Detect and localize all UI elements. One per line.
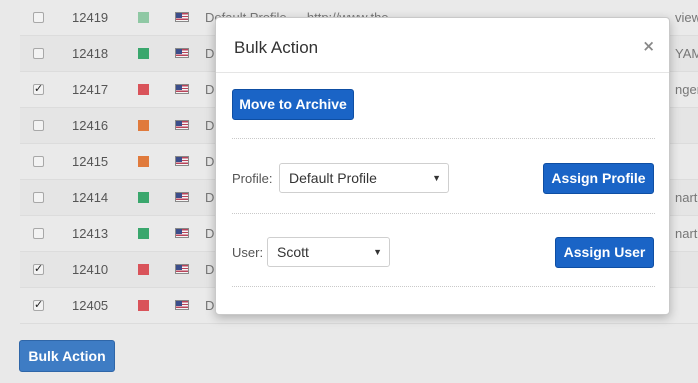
row-id: 12414 (72, 190, 109, 205)
row-text: D (205, 46, 215, 61)
row-text: D (205, 154, 215, 169)
us-flag-icon (175, 156, 189, 166)
row-text-overflow: view (675, 10, 698, 25)
assign-profile-button[interactable]: Assign Profile (543, 163, 654, 194)
assign-user-button[interactable]: Assign User (555, 237, 654, 268)
row-id: 12417 (72, 82, 109, 97)
row-id: 12418 (72, 46, 109, 61)
status-square-icon (138, 300, 149, 311)
row-checkbox[interactable] (33, 298, 44, 311)
row-text-overflow: nartp (675, 226, 698, 241)
us-flag-icon (175, 300, 189, 310)
row-checkbox[interactable] (33, 12, 44, 23)
row-text: D (205, 118, 215, 133)
us-flag-icon (175, 264, 189, 274)
modal-header: Bulk Action × (216, 18, 669, 73)
us-flag-icon (175, 12, 189, 22)
row-id: 12410 (72, 262, 109, 277)
us-flag-icon (175, 120, 189, 130)
user-select-value: Scott (277, 244, 309, 260)
status-square-icon (138, 120, 149, 131)
row-text-overflow: nger. (675, 82, 698, 97)
chevron-down-icon: ▼ (373, 247, 382, 257)
divider (232, 286, 655, 287)
us-flag-icon (175, 84, 189, 94)
row-id: 12419 (72, 10, 109, 25)
row-checkbox[interactable] (33, 156, 44, 167)
row-checkbox[interactable] (33, 82, 44, 95)
status-square-icon (138, 192, 149, 203)
row-id: 12416 (72, 118, 109, 133)
profile-label: Profile: (232, 171, 273, 186)
row-checkbox[interactable] (33, 262, 44, 275)
move-to-archive-button[interactable]: Move to Archive (232, 89, 354, 120)
bulk-action-modal: Bulk Action × Move to Archive Profile: D… (215, 17, 670, 315)
us-flag-icon (175, 228, 189, 238)
row-text: D (205, 226, 215, 241)
row-id: 12413 (72, 226, 109, 241)
row-text: D (205, 298, 215, 313)
status-square-icon (138, 228, 149, 239)
close-icon[interactable]: × (642, 37, 655, 55)
user-label: User: (232, 245, 264, 260)
row-checkbox[interactable] (33, 192, 44, 203)
status-square-icon (138, 156, 149, 167)
row-text: D (205, 262, 215, 277)
status-square-icon (138, 264, 149, 275)
row-id: 12405 (72, 298, 109, 313)
row-text: D (205, 190, 215, 205)
status-square-icon (138, 12, 149, 23)
bulk-action-button[interactable]: Bulk Action (19, 340, 115, 372)
user-select[interactable]: Scott ▼ (267, 237, 390, 267)
profile-select-value: Default Profile (289, 170, 377, 186)
status-square-icon (138, 48, 149, 59)
chevron-down-icon: ▼ (432, 173, 441, 183)
row-checkbox[interactable] (33, 48, 44, 59)
status-square-icon (138, 84, 149, 95)
row-text: D (205, 82, 215, 97)
row-text-overflow: nartp (675, 190, 698, 205)
divider (232, 138, 655, 139)
profile-select[interactable]: Default Profile ▼ (279, 163, 449, 193)
modal-title: Bulk Action (234, 38, 319, 57)
us-flag-icon (175, 192, 189, 202)
row-id: 12415 (72, 154, 109, 169)
row-checkbox[interactable] (33, 120, 44, 131)
divider (232, 213, 655, 214)
row-checkbox[interactable] (33, 228, 44, 239)
row-text-overflow: YAMU (675, 46, 698, 61)
us-flag-icon (175, 48, 189, 58)
